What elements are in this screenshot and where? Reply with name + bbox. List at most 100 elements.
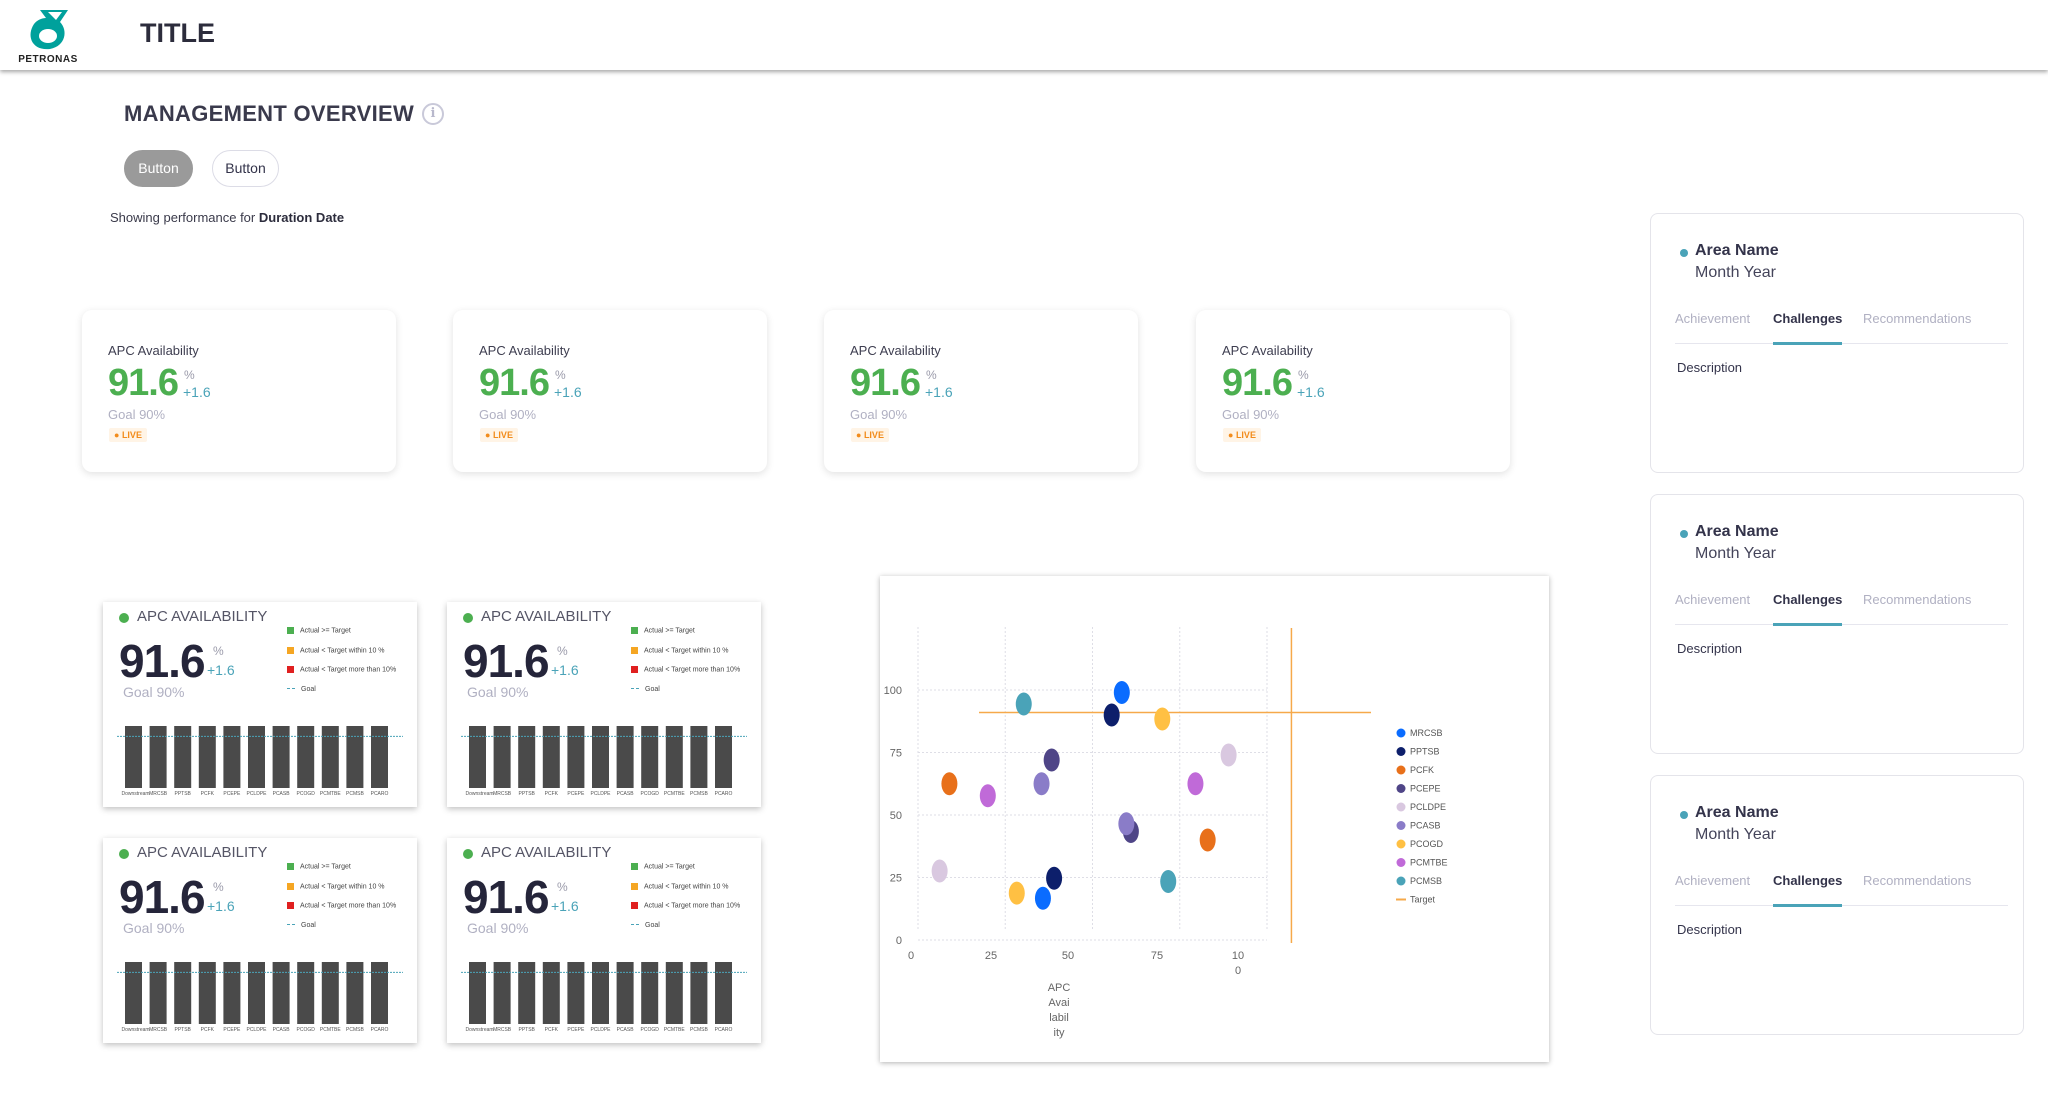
scatter-point-pcasb[interactable] <box>1118 812 1135 836</box>
kpi-unit: % <box>926 368 937 382</box>
kpi-card[interactable]: APC Availability 91.6% +1.6 Goal 90% ● LIVE <box>1196 310 1510 472</box>
scatter-point-pptsb[interactable] <box>1046 866 1063 890</box>
bar[interactable] <box>518 962 536 1024</box>
scatter-point-pcmsb[interactable] <box>1160 870 1177 893</box>
live-dot-icon: ● <box>114 430 122 440</box>
x-axis-title: APC Avai labil ity <box>1048 982 1071 1039</box>
kpi-card[interactable]: APC Availability 91.6% +1.6 Goal 90% ● LIVE <box>82 310 396 472</box>
scatter-point-pcmtbe[interactable] <box>979 784 996 808</box>
bar[interactable] <box>616 726 634 788</box>
scatter-point-mrcsb[interactable] <box>1113 681 1130 704</box>
scatter-point-pptsb[interactable] <box>1103 703 1120 727</box>
bar[interactable] <box>542 726 560 788</box>
bar-label: PCMTBE <box>319 791 341 797</box>
area-name: Area Name <box>1695 242 1779 259</box>
scatter-point-pcogd[interactable] <box>1154 707 1171 731</box>
primary-button[interactable]: Button <box>124 150 193 187</box>
scatter-chart-panel: 02550751000255075100Process Availability… <box>880 576 1549 1062</box>
secondary-button[interactable]: Button <box>212 150 279 187</box>
bar[interactable] <box>248 726 265 788</box>
bar[interactable] <box>567 726 585 788</box>
bar[interactable] <box>592 726 609 788</box>
scatter-point-pcmtbe[interactable] <box>1187 772 1204 796</box>
bar[interactable] <box>174 962 192 1024</box>
legend-label: PCASB <box>1410 821 1441 831</box>
bar[interactable] <box>198 962 216 1024</box>
bar[interactable] <box>542 962 560 1024</box>
bar[interactable] <box>321 962 339 1024</box>
bar[interactable] <box>346 962 364 1024</box>
bar[interactable] <box>715 726 732 788</box>
bar[interactable] <box>297 726 315 788</box>
bar[interactable] <box>641 726 659 788</box>
bar[interactable] <box>125 726 142 788</box>
kpi-value: 91.6 <box>479 362 550 404</box>
bar[interactable] <box>641 962 659 1024</box>
bar[interactable] <box>371 962 388 1024</box>
area-dot-icon <box>1680 530 1688 538</box>
bar[interactable] <box>272 962 290 1024</box>
info-icon[interactable]: i <box>422 103 444 125</box>
bar[interactable] <box>665 726 683 788</box>
scatter-point-pcogd[interactable] <box>1008 881 1025 905</box>
bar[interactable] <box>272 726 290 788</box>
bar[interactable] <box>125 962 142 1024</box>
bar[interactable] <box>223 962 241 1024</box>
bar[interactable] <box>346 726 364 788</box>
bar[interactable] <box>567 962 585 1024</box>
tab-achievement[interactable]: Achievement <box>1675 873 1750 906</box>
legend-label: PCFK <box>1410 765 1434 775</box>
scatter-point-pcasb[interactable] <box>1033 772 1050 796</box>
duration-prefix: Showing performance for <box>110 210 256 225</box>
bar[interactable] <box>223 726 241 788</box>
bar[interactable] <box>371 726 388 788</box>
bar[interactable] <box>665 962 683 1024</box>
bar[interactable] <box>149 962 167 1024</box>
bar[interactable] <box>592 962 609 1024</box>
tab-achievement[interactable]: Achievement <box>1675 311 1750 344</box>
tab-challenges[interactable]: Challenges <box>1773 311 1843 345</box>
bar[interactable] <box>690 962 708 1024</box>
bar[interactable] <box>493 962 511 1024</box>
kpi-card[interactable]: APC Availability 91.6% +1.6 Goal 90% ● LIVE <box>824 310 1138 472</box>
apc-availability-chart-card: APC AVAILABILITY 91.6% +1.6 Goal 90% Actual … <box>447 838 761 1043</box>
tab-challenges[interactable]: Challenges <box>1773 592 1843 626</box>
bar[interactable] <box>518 726 536 788</box>
bar-label: PPTSB <box>174 1027 191 1033</box>
bar[interactable] <box>715 962 732 1024</box>
legend-marker <box>1396 784 1406 793</box>
kpi-card[interactable]: APC Availability 91.6% +1.6 Goal 90% ● LIVE <box>453 310 767 472</box>
bar[interactable] <box>248 962 265 1024</box>
bar[interactable] <box>297 962 315 1024</box>
bar[interactable] <box>198 726 216 788</box>
scatter-point-pcfk[interactable] <box>941 772 958 796</box>
x-tick-label: 50 <box>1062 950 1074 962</box>
area-insight-panel: Area Name Month Year Achievement Challenges… <box>1650 213 2024 473</box>
bar-label: MRCSB <box>493 791 512 797</box>
tab-recommendations[interactable]: Recommendations <box>1863 592 1971 625</box>
petronas-logo[interactable]: PETRONAS <box>10 6 86 66</box>
legend-marker <box>1396 876 1406 886</box>
bar[interactable] <box>469 726 486 788</box>
scatter-point-mrcsb[interactable] <box>1034 886 1051 910</box>
bar-label: PCLDPE <box>590 791 611 797</box>
bar[interactable] <box>469 962 486 1024</box>
bar[interactable] <box>321 726 339 788</box>
scatter-point-pcepe[interactable] <box>1043 748 1060 772</box>
logo-wordmark: PETRONAS <box>18 54 78 65</box>
tab-achievement[interactable]: Achievement <box>1675 592 1750 625</box>
scatter-point-pcldpe[interactable] <box>1220 743 1237 767</box>
bar[interactable] <box>149 726 167 788</box>
scatter-point-pcmsb[interactable] <box>1015 692 1032 716</box>
bar[interactable] <box>616 962 634 1024</box>
legend-marker <box>1396 747 1406 756</box>
scatter-point-pcfk[interactable] <box>1199 828 1216 852</box>
tab-recommendations[interactable]: Recommendations <box>1863 311 1971 344</box>
scatter-point-pcldpe[interactable] <box>931 859 948 883</box>
bar[interactable] <box>690 726 708 788</box>
month-year: Month Year <box>1695 264 1776 281</box>
tab-challenges[interactable]: Challenges <box>1773 873 1843 907</box>
bar[interactable] <box>493 726 511 788</box>
bar[interactable] <box>174 726 192 788</box>
tab-recommendations[interactable]: Recommendations <box>1863 873 1971 906</box>
